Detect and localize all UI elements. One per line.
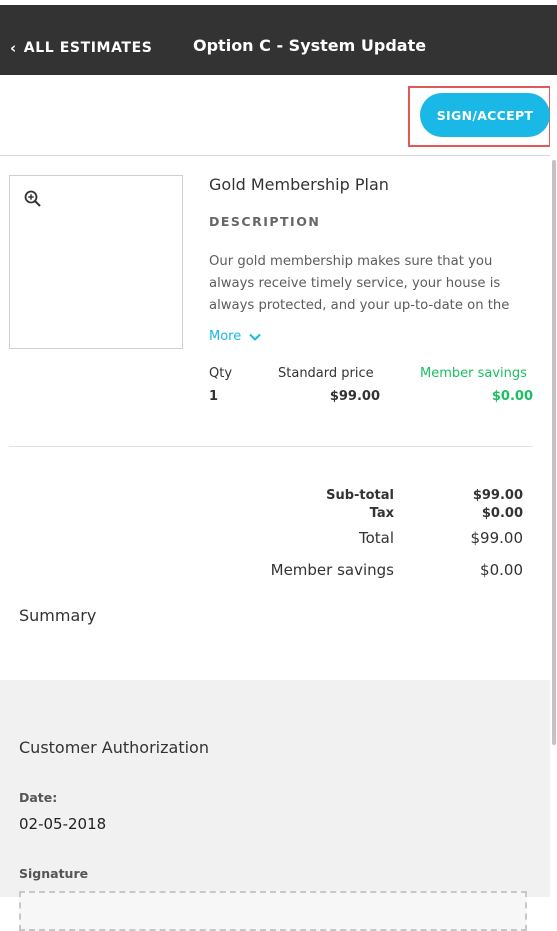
chevron-down-icon (249, 333, 261, 341)
more-label: More (209, 329, 242, 344)
top-header: ‹ ALL ESTIMATES Option C - System Update (0, 5, 557, 75)
scrollbar-thumb[interactable] (552, 160, 556, 745)
divider (9, 446, 533, 447)
authorization-heading: Customer Authorization (19, 738, 209, 757)
subtotal-label: Sub-total (326, 488, 394, 503)
member-savings-total-label: Member savings (270, 561, 394, 579)
total-value: $99.00 (470, 529, 524, 547)
zoom-in-icon[interactable] (24, 190, 42, 212)
qty-value: 1 (209, 389, 219, 404)
tax-label: Tax (369, 506, 394, 521)
page-title: Option C - System Update (193, 36, 427, 55)
standard-price-header: Standard price (278, 366, 374, 381)
description-text: Our gold membership makes sure that you … (209, 254, 510, 313)
more-toggle[interactable]: More (209, 329, 261, 344)
tax-value: $0.00 (481, 506, 523, 521)
summary-heading: Summary (19, 606, 97, 625)
date-label: Date: (19, 790, 58, 805)
chevron-left-icon: ‹ (10, 39, 17, 57)
back-label: ALL ESTIMATES (23, 40, 153, 56)
action-bar: SIGN/ACCEPT (0, 75, 557, 156)
product-image[interactable] (9, 175, 183, 349)
member-savings-total-value: $0.00 (480, 561, 523, 579)
back-to-all-estimates-link[interactable]: ‹ ALL ESTIMATES (10, 39, 152, 57)
standard-price-value: $99.00 (329, 389, 380, 404)
description-heading: DESCRIPTION (209, 214, 321, 229)
signature-label: Signature (19, 866, 89, 881)
member-savings-value: $0.00 (491, 389, 533, 404)
date-value: 02-05-2018 (19, 815, 107, 833)
qty-header: Qty (209, 366, 233, 381)
subtotal-value: $99.00 (472, 488, 523, 503)
sign-accept-button[interactable]: SIGN/ACCEPT (420, 93, 550, 137)
signature-pad[interactable] (19, 891, 527, 931)
member-savings-header: Member savings (420, 366, 527, 381)
total-label: Total (358, 529, 394, 547)
customer-authorization-section: Customer Authorization Date: 02-05-2018 … (0, 680, 550, 931)
product-title: Gold Membership Plan (209, 175, 389, 194)
